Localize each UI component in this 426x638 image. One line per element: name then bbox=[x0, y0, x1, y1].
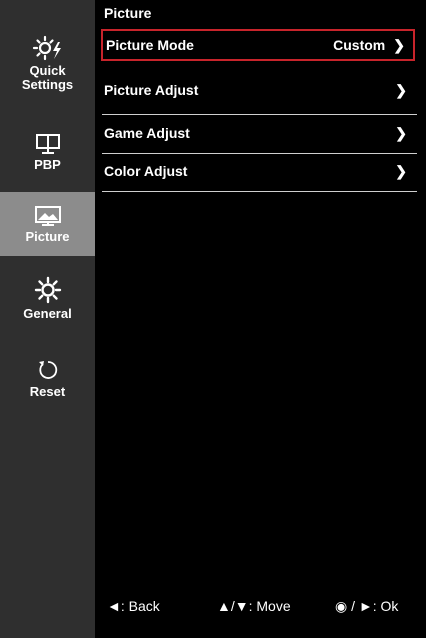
divider bbox=[102, 114, 417, 115]
hint-back: ◄: Back bbox=[107, 598, 160, 614]
menu-item-label: Picture Adjust bbox=[104, 82, 199, 98]
menu-item-picture-mode[interactable]: Picture Mode Custom ❯ bbox=[101, 29, 415, 61]
chevron-right-icon: ❯ bbox=[393, 36, 405, 53]
sidebar-item-reset[interactable]: Reset bbox=[0, 350, 95, 406]
menu-item-picture-adjust[interactable]: Picture Adjust ❯ bbox=[101, 74, 415, 106]
chevron-right-icon: ❯ bbox=[395, 81, 407, 98]
picture-icon bbox=[34, 205, 61, 226]
quick-settings-icon bbox=[32, 35, 61, 60]
button-hints: ◄: Back ▲/▼: Move ◉ / ►: Ok bbox=[107, 598, 419, 618]
chevron-right-icon: ❯ bbox=[395, 162, 407, 179]
sidebar-item-pbp[interactable]: PBP bbox=[0, 122, 95, 182]
sidebar-item-label: PBP bbox=[34, 156, 61, 172]
sidebar-item-quick-settings[interactable]: Quick Settings bbox=[0, 24, 95, 102]
menu-item-game-adjust[interactable]: Game Adjust ❯ bbox=[101, 117, 415, 149]
sidebar-item-label: Quick bbox=[29, 62, 66, 78]
page-title: Picture bbox=[104, 5, 152, 21]
gear-icon bbox=[34, 276, 61, 303]
sidebar: Quick Settings PBP Picture General Reset bbox=[0, 0, 95, 638]
hint-move: ▲/▼: Move bbox=[217, 598, 291, 614]
sidebar-item-picture[interactable]: Picture bbox=[0, 192, 95, 256]
sidebar-item-label: Picture bbox=[25, 228, 70, 244]
chevron-right-icon: ❯ bbox=[395, 124, 407, 141]
reset-icon bbox=[38, 360, 57, 379]
sidebar-item-label: General bbox=[23, 305, 72, 321]
menu-item-color-adjust[interactable]: Color Adjust ❯ bbox=[101, 155, 415, 187]
sidebar-item-label: Settings bbox=[21, 76, 74, 92]
divider bbox=[102, 153, 417, 154]
sidebar-item-general[interactable]: General bbox=[0, 270, 95, 326]
menu-item-label: Picture Mode bbox=[106, 37, 194, 53]
picture-mode-value: Custom bbox=[333, 37, 386, 53]
menu-item-label: Color Adjust bbox=[104, 163, 188, 179]
pbp-monitor-icon bbox=[35, 133, 60, 154]
divider bbox=[102, 191, 417, 192]
sidebar-item-label: Reset bbox=[29, 383, 66, 399]
main-panel: Picture Picture Mode Custom ❯ Picture Ad… bbox=[95, 0, 426, 638]
monitor-osd-menu: Quick Settings PBP Picture General Reset… bbox=[0, 0, 426, 638]
menu-item-label: Game Adjust bbox=[104, 125, 190, 141]
hint-ok: ◉ / ►: Ok bbox=[335, 598, 399, 614]
